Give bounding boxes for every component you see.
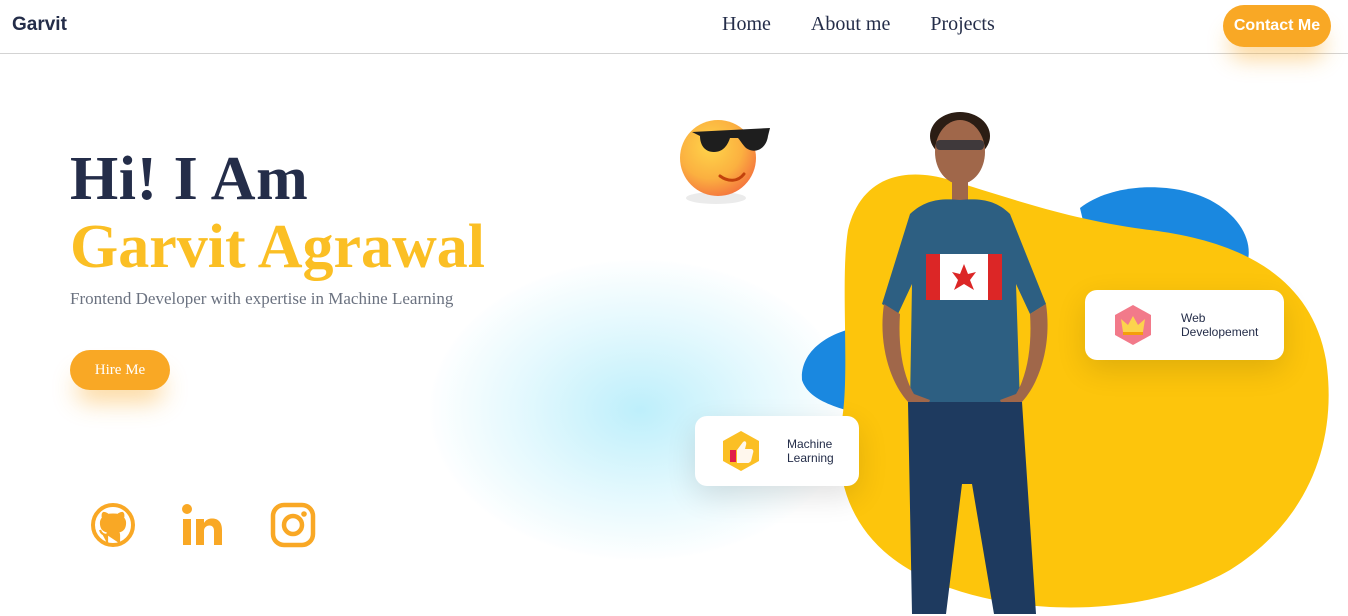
- github-icon[interactable]: [90, 502, 136, 548]
- instagram-icon[interactable]: [270, 502, 316, 548]
- nav-links: Home About me Projects: [722, 13, 995, 36]
- nav-link-projects[interactable]: Projects: [930, 13, 994, 36]
- social-links: [90, 502, 316, 548]
- thumbs-up-icon: [723, 431, 759, 471]
- machine-learning-card: Machine Learning: [695, 416, 859, 486]
- profile-photo: [882, 112, 1048, 614]
- brand-logo[interactable]: Garvit: [12, 14, 67, 36]
- sunglasses-emoji: [680, 120, 770, 204]
- crown-icon: [1115, 305, 1151, 345]
- web-development-card: Web Developement: [1085, 290, 1284, 360]
- ml-card-line2: Learning: [787, 451, 834, 465]
- hire-me-button[interactable]: Hire Me: [70, 350, 170, 390]
- web-card-line1: Web: [1181, 311, 1206, 325]
- tagline: Frontend Developer with expertise in Mac…: [70, 289, 454, 308]
- greeting-heading: Hi! I Am: [70, 145, 309, 213]
- ml-card-label: Machine Learning: [787, 437, 834, 465]
- navbar: Garvit Home About me Projects Contact Me: [0, 0, 1348, 54]
- contact-button[interactable]: Contact Me: [1223, 5, 1331, 47]
- web-card-label: Web Developement: [1181, 311, 1258, 339]
- linkedin-icon[interactable]: [180, 502, 226, 548]
- nav-link-about[interactable]: About me: [811, 13, 890, 36]
- nav-link-home[interactable]: Home: [722, 13, 771, 36]
- name-heading: Garvit Agrawal: [70, 213, 485, 281]
- ml-card-line1: Machine: [787, 437, 833, 451]
- web-card-line2: Developement: [1181, 325, 1259, 339]
- background-glow: [430, 260, 850, 560]
